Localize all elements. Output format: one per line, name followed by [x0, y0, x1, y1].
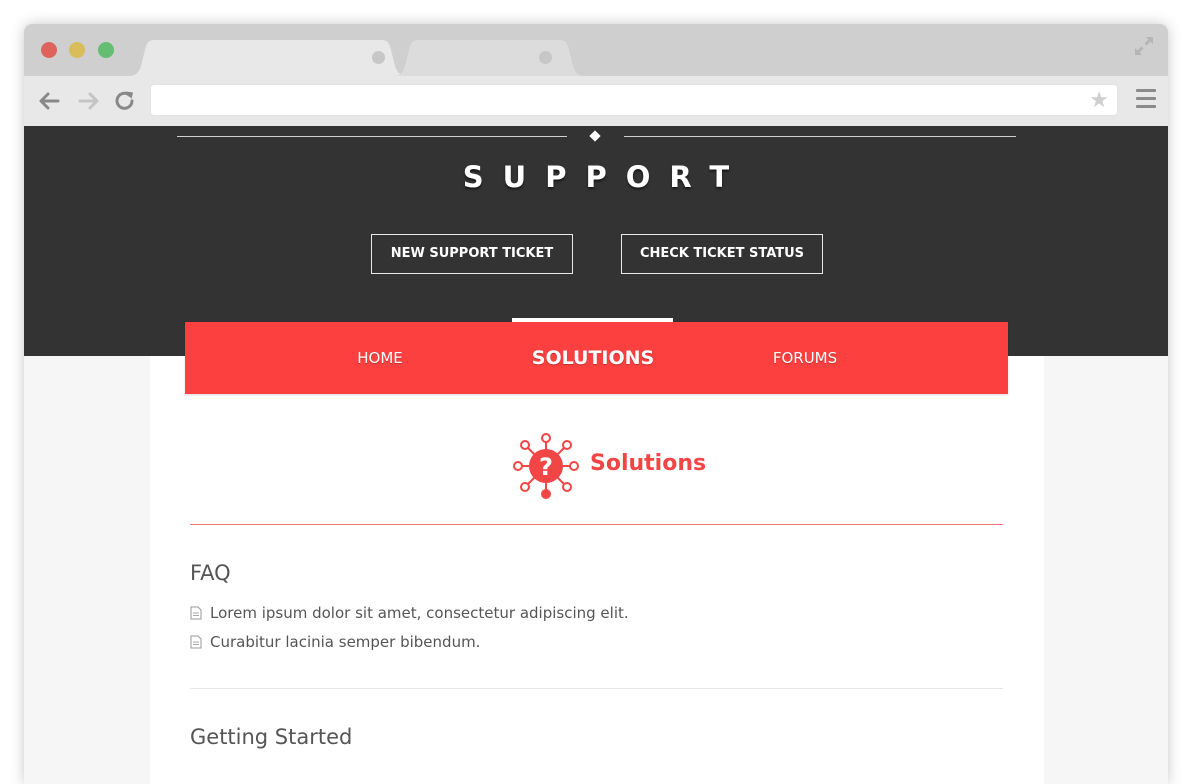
tab-close-icon[interactable]	[539, 51, 552, 64]
tab-close-icon[interactable]	[372, 51, 385, 64]
browser-menu-icon[interactable]	[1136, 89, 1156, 111]
solutions-header: ? Solutions	[24, 431, 1168, 501]
page-title: SUPPORT	[462, 160, 749, 194]
faq-link-text: Lorem ipsum dolor sit amet, consectetur …	[210, 604, 629, 622]
nav-home[interactable]: HOME	[320, 322, 440, 394]
browser-window: ★ SUPPORT NEW SUPPORT TICKET CHECK TICKE…	[24, 24, 1168, 784]
hero-divider-right	[624, 136, 1016, 137]
browser-tab[interactable]	[394, 40, 584, 76]
faq-heading: FAQ	[190, 561, 231, 585]
faq-link[interactable]: Curabitur lacinia semper bibendum.	[190, 633, 480, 653]
title-bar	[24, 24, 1168, 76]
faq-link[interactable]: Lorem ipsum dolor sit amet, consectetur …	[190, 604, 629, 624]
bookmark-star-icon[interactable]: ★	[1089, 89, 1109, 111]
maximize-window-button[interactable]	[98, 42, 114, 58]
page-viewport: SUPPORT NEW SUPPORT TICKET CHECK TICKET …	[24, 126, 1168, 784]
diamond-ornament-icon	[589, 130, 601, 142]
section-divider	[190, 688, 1003, 689]
main-nav: HOME SOLUTIONS FORUMS	[185, 318, 1008, 394]
browser-toolbar: ★	[24, 76, 1168, 127]
solutions-title: Solutions	[590, 451, 707, 476]
address-bar[interactable]: ★	[150, 84, 1118, 116]
content-panel	[150, 356, 1044, 784]
check-ticket-status-button[interactable]: CHECK TICKET STATUS	[621, 234, 823, 274]
document-icon	[190, 635, 202, 649]
browser-tab-active[interactable]	[128, 40, 408, 76]
minimize-window-button[interactable]	[69, 42, 85, 58]
hero-divider-left	[177, 136, 567, 137]
back-icon[interactable]	[36, 88, 62, 114]
new-support-ticket-button[interactable]: NEW SUPPORT TICKET	[371, 234, 573, 274]
forward-icon[interactable]	[76, 88, 102, 114]
reload-icon[interactable]	[112, 88, 138, 114]
getting-started-heading: Getting Started	[190, 725, 353, 749]
svg-text:?: ?	[539, 453, 553, 481]
question-network-icon: ?	[513, 433, 579, 499]
close-window-button[interactable]	[41, 42, 57, 58]
nav-solutions[interactable]: SOLUTIONS	[513, 322, 673, 394]
document-icon	[190, 606, 202, 620]
section-divider	[190, 524, 1003, 525]
nav-forums[interactable]: FORUMS	[745, 322, 865, 394]
faq-link-text: Curabitur lacinia semper bibendum.	[210, 633, 481, 651]
fullscreen-icon[interactable]	[1132, 34, 1156, 58]
